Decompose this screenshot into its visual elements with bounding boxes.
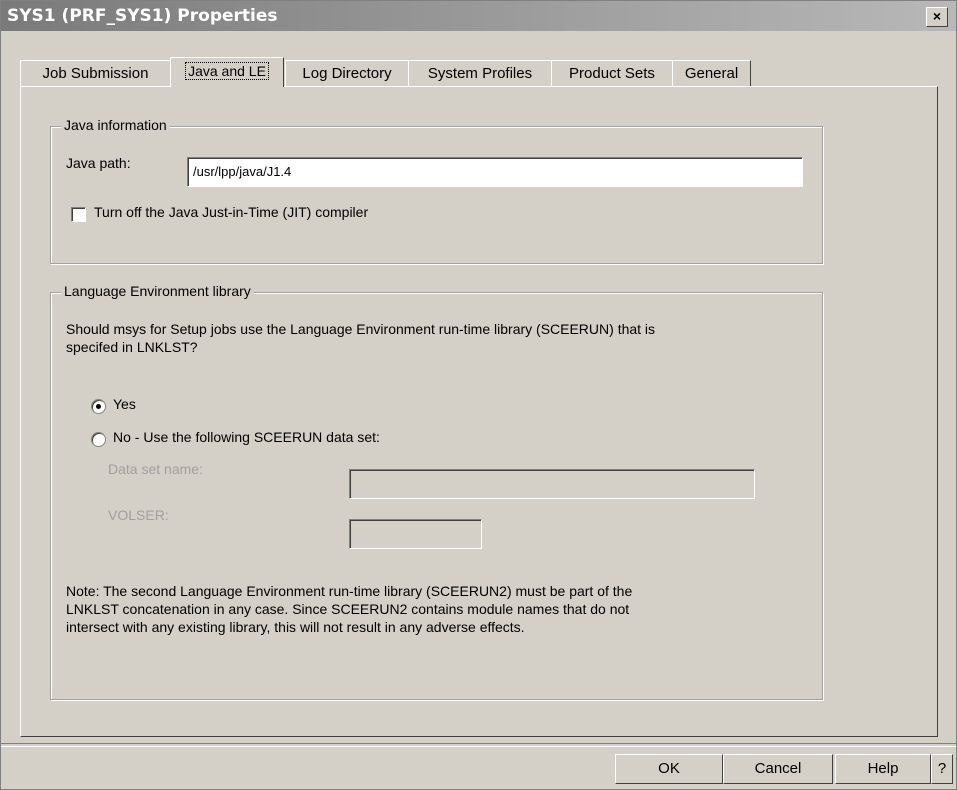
no-radio-label: No - Use the following SCEERUN data set: <box>113 429 380 445</box>
yes-radio[interactable] <box>91 399 106 414</box>
help-button[interactable]: Help <box>835 754 931 784</box>
tab-product-sets[interactable]: Product Sets <box>551 60 673 86</box>
properties-dialog: SYS1 (PRF_SYS1) Properties × Job Submiss… <box>0 0 957 790</box>
language-environment-group: Language Environment library Should msys… <box>50 283 823 700</box>
tab-label: General <box>684 65 739 82</box>
tab-log-directory[interactable]: Log Directory <box>285 60 409 86</box>
cancel-button[interactable]: Cancel <box>723 754 833 784</box>
no-radio[interactable] <box>91 432 106 447</box>
tab-label: Product Sets <box>569 65 655 82</box>
java-group-legend: Java information <box>61 117 170 133</box>
yes-radio-label: Yes <box>113 396 136 412</box>
volser-label: VOLSER: <box>108 507 169 523</box>
tab-label: Log Directory <box>302 65 392 82</box>
close-button[interactable]: × <box>926 7 948 27</box>
le-question-line2: specifed in LNKLST? <box>66 339 198 355</box>
tab-panel: Java information Java path: /usr/lpp/jav… <box>20 86 938 737</box>
footer-separator <box>1 743 956 747</box>
note-line3: intersect with any existing library, thi… <box>66 619 525 635</box>
note-line2: LNKLST concatenation in any case. Since … <box>66 601 630 617</box>
volser-input[interactable] <box>349 519 482 549</box>
tab-java-and-le[interactable]: Java and LE <box>170 57 284 87</box>
jit-checkbox-label: Turn off the Java Just-in-Time (JIT) com… <box>94 204 369 220</box>
le-group-legend: Language Environment library <box>61 283 254 299</box>
tab-label: Java and LE <box>185 62 269 80</box>
radio-selected-dot <box>96 404 101 409</box>
window-title: SYS1 (PRF_SYS1) Properties <box>7 6 278 26</box>
tab-label: System Profiles <box>427 65 533 82</box>
title-bar: SYS1 (PRF_SYS1) Properties × <box>1 1 956 31</box>
java-path-input[interactable]: /usr/lpp/java/J1.4 <box>187 157 803 187</box>
tab-system-profiles[interactable]: System Profiles <box>408 60 552 86</box>
ok-button[interactable]: OK <box>615 754 723 784</box>
jit-checkbox[interactable] <box>71 207 86 222</box>
tab-job-submission[interactable]: Job Submission <box>20 60 171 86</box>
le-question-line1: Should msys for Setup jobs use the Langu… <box>66 321 656 337</box>
java-path-label: Java path: <box>66 155 131 171</box>
context-help-button[interactable]: ? <box>931 754 953 784</box>
dsn-label: Data set name: <box>108 461 203 477</box>
java-information-group: Java information Java path: /usr/lpp/jav… <box>50 117 823 264</box>
note-line1: Note: The second Language Environment ru… <box>66 583 633 599</box>
tab-label: Job Submission <box>42 65 149 82</box>
tab-general[interactable]: General <box>672 60 751 86</box>
dsn-input[interactable] <box>349 469 755 499</box>
